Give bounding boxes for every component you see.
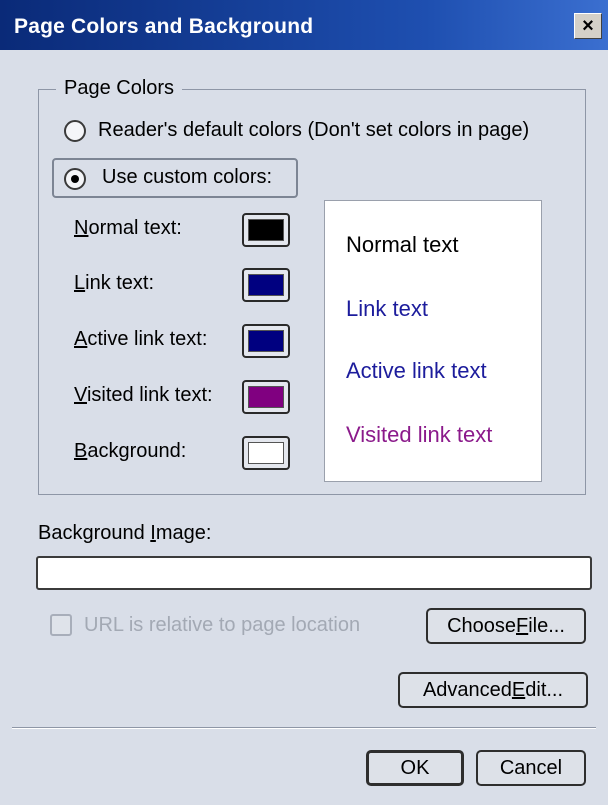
link-text-swatch [248, 274, 284, 296]
url-relative-label: URL is relative to page location [84, 614, 361, 636]
choose-file-button[interactable]: Choose File... [426, 608, 586, 644]
active-link-text-label: Active link text: [74, 328, 208, 350]
page-colors-legend: Page Colors [56, 77, 183, 100]
background-image-label: Background Image: [38, 522, 212, 544]
normal-text-swatch [248, 219, 284, 241]
default-colors-radio[interactable] [64, 120, 86, 142]
preview-visited-link-text: Visited link text [346, 422, 493, 447]
normal-text-color-button[interactable] [242, 213, 290, 247]
custom-colors-radio[interactable] [64, 168, 86, 190]
url-relative-checkbox[interactable] [50, 614, 72, 636]
background-image-field[interactable] [36, 556, 592, 590]
radio-selected-dot [71, 175, 79, 183]
background-swatch [248, 442, 284, 464]
preview-normal-text: Normal text [346, 232, 459, 257]
close-button[interactable]: × [574, 13, 602, 39]
preview-link-text: Link text [346, 296, 428, 321]
active-link-text-color-button[interactable] [242, 324, 290, 358]
footer-separator [12, 727, 596, 729]
active-link-text-swatch [248, 330, 284, 352]
ok-button[interactable]: OK [366, 750, 464, 786]
background-color-button[interactable] [242, 436, 290, 470]
link-text-label: Link text: [74, 272, 155, 294]
background-label: Background: [74, 440, 187, 462]
close-icon: × [582, 15, 594, 37]
preview-active-link-text: Active link text [346, 358, 487, 383]
window-title: Page Colors and Background [14, 15, 314, 38]
cancel-button[interactable]: Cancel [476, 750, 586, 786]
normal-text-label: Normal text: [74, 217, 182, 239]
default-colors-label[interactable]: Reader's default colors (Don't set color… [98, 119, 529, 142]
visited-link-text-color-button[interactable] [242, 380, 290, 414]
custom-colors-label[interactable]: Use custom colors: [102, 166, 272, 189]
visited-link-text-swatch [248, 386, 284, 408]
visited-link-text-label: Visited link text: [74, 384, 213, 406]
advanced-edit-button[interactable]: Advanced Edit... [398, 672, 588, 708]
link-text-color-button[interactable] [242, 268, 290, 302]
